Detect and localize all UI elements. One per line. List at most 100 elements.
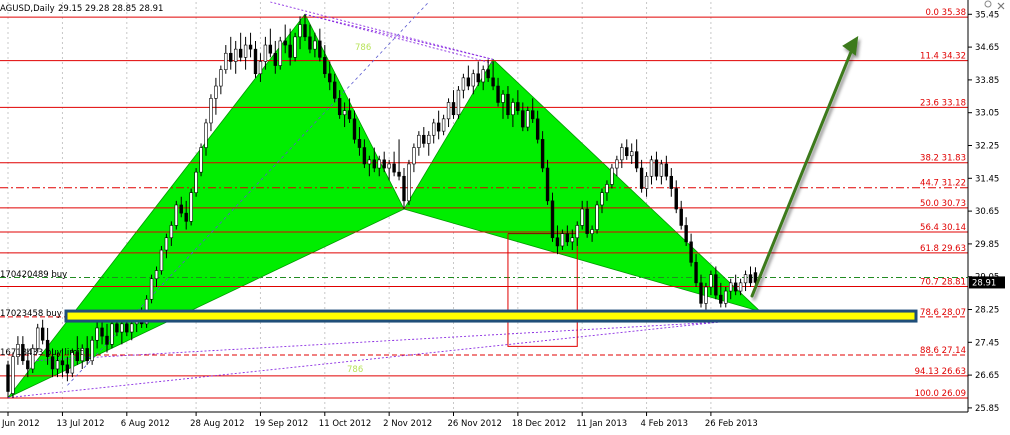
candle-body <box>629 151 634 157</box>
candle-body <box>229 52 233 62</box>
candle-body <box>6 364 10 392</box>
candle-body <box>456 89 461 116</box>
candle-body <box>530 110 535 120</box>
candle-body <box>481 69 485 83</box>
candle-body <box>347 110 352 120</box>
candle-body <box>174 204 178 226</box>
candle-body <box>506 93 510 116</box>
candle-body <box>95 327 99 341</box>
candle-body <box>130 323 134 333</box>
candle-body <box>446 102 451 120</box>
candle-body <box>491 77 495 87</box>
candle-body <box>372 159 376 169</box>
candle-body <box>521 110 525 128</box>
candle-body <box>728 282 733 292</box>
candle-body <box>298 24 302 38</box>
fib-level-label: 56.4 30.14 <box>920 223 966 233</box>
candle-body <box>278 40 282 66</box>
arrow-head <box>842 36 859 56</box>
candle-body <box>550 200 555 239</box>
time-tick-label: 11 Oct 2012 <box>319 419 372 429</box>
candle-body <box>664 163 669 177</box>
candle-body <box>476 73 480 83</box>
candle-body <box>669 175 674 189</box>
candle-body <box>501 93 505 103</box>
pattern-triangle-xab <box>7 13 405 399</box>
candle-body <box>50 356 55 370</box>
price-tick-label: 26.65 <box>975 371 999 381</box>
price-tick-label: 30.65 <box>975 207 999 217</box>
candle-body <box>115 323 119 333</box>
candle-body <box>605 184 609 193</box>
candle-body <box>65 364 70 374</box>
time-tick-label: 2 Nov 2012 <box>383 419 432 429</box>
candle-body <box>719 294 723 304</box>
scroll-handle-icon[interactable] <box>984 0 992 8</box>
harmonic-pattern <box>7 13 761 399</box>
candle-body <box>243 44 248 58</box>
candle-body <box>466 77 471 87</box>
candle-body <box>273 52 277 66</box>
candle-body <box>55 360 60 370</box>
pattern-line-ac <box>304 13 494 60</box>
candle-body <box>610 167 614 185</box>
candle-body <box>120 323 124 333</box>
candle-body <box>753 272 758 283</box>
candle-body <box>357 139 362 148</box>
candle-body <box>224 52 228 70</box>
candle-body <box>194 171 198 193</box>
candle-body <box>496 85 500 103</box>
candle-body <box>743 274 748 284</box>
candle-body <box>367 159 372 165</box>
fib-level-label: 70.7 28.81 <box>920 278 966 288</box>
candle-body <box>164 237 169 251</box>
candle-body <box>337 98 342 116</box>
price-tick-label: 34.65 <box>975 43 999 53</box>
candle-body <box>189 192 193 222</box>
arrow-shaft <box>750 45 855 298</box>
candle-body <box>699 282 703 304</box>
close-icon[interactable] <box>996 1 1006 11</box>
candle-body <box>100 327 104 337</box>
ohlc-header: 29.15 29.28 28.85 28.91 <box>58 4 163 14</box>
time-tick-label: 4 Feb 2013 <box>641 419 689 429</box>
candle-body <box>328 73 332 83</box>
fib-level-label: 50.0 30.73 <box>920 199 966 209</box>
candle-body <box>238 48 243 58</box>
projection-arrow <box>750 36 859 298</box>
fib-level-label: 88.6 27.14 <box>920 346 966 356</box>
time-tick-label: Jun 2012 <box>1 419 40 429</box>
candle-body <box>580 208 584 226</box>
candle-body <box>694 262 698 284</box>
chart-header: AGUSD,Daily <box>0 4 55 14</box>
candle-body <box>639 167 644 189</box>
candle-body <box>40 327 45 341</box>
candle-body <box>516 102 520 111</box>
candle-body <box>402 175 406 202</box>
trade-label-2: 17023458 buy <box>0 309 62 319</box>
candle-body <box>461 77 466 91</box>
price-tick-label: 32.25 <box>975 142 999 152</box>
pattern-line-ac-2 <box>304 13 494 64</box>
candle-body <box>377 159 381 169</box>
candle-body <box>471 73 475 87</box>
fib-annotation-upper: 786 <box>355 43 371 53</box>
price-tick-label: 25.85 <box>975 404 999 414</box>
candle-body <box>659 163 664 177</box>
candle-body <box>565 233 570 243</box>
time-tick-label: 26 Nov 2012 <box>448 419 502 429</box>
price-tick-label: 27.45 <box>975 338 999 348</box>
support-band <box>64 309 918 323</box>
candle-body <box>595 204 599 230</box>
fib-level-label: 0.0 35.38 <box>925 8 966 18</box>
time-tick-label: 19 Sep 2012 <box>254 419 308 429</box>
time-tick-label: 18 Dec 2012 <box>512 419 566 429</box>
candle-body <box>219 69 223 87</box>
candle-body <box>11 356 15 394</box>
candle-body <box>412 147 416 165</box>
candle-body <box>590 229 594 234</box>
candle-body <box>431 122 436 136</box>
candle-body <box>248 44 253 50</box>
fib-level-label: 78.6 28.07 <box>920 308 966 318</box>
candle-body <box>575 225 579 239</box>
